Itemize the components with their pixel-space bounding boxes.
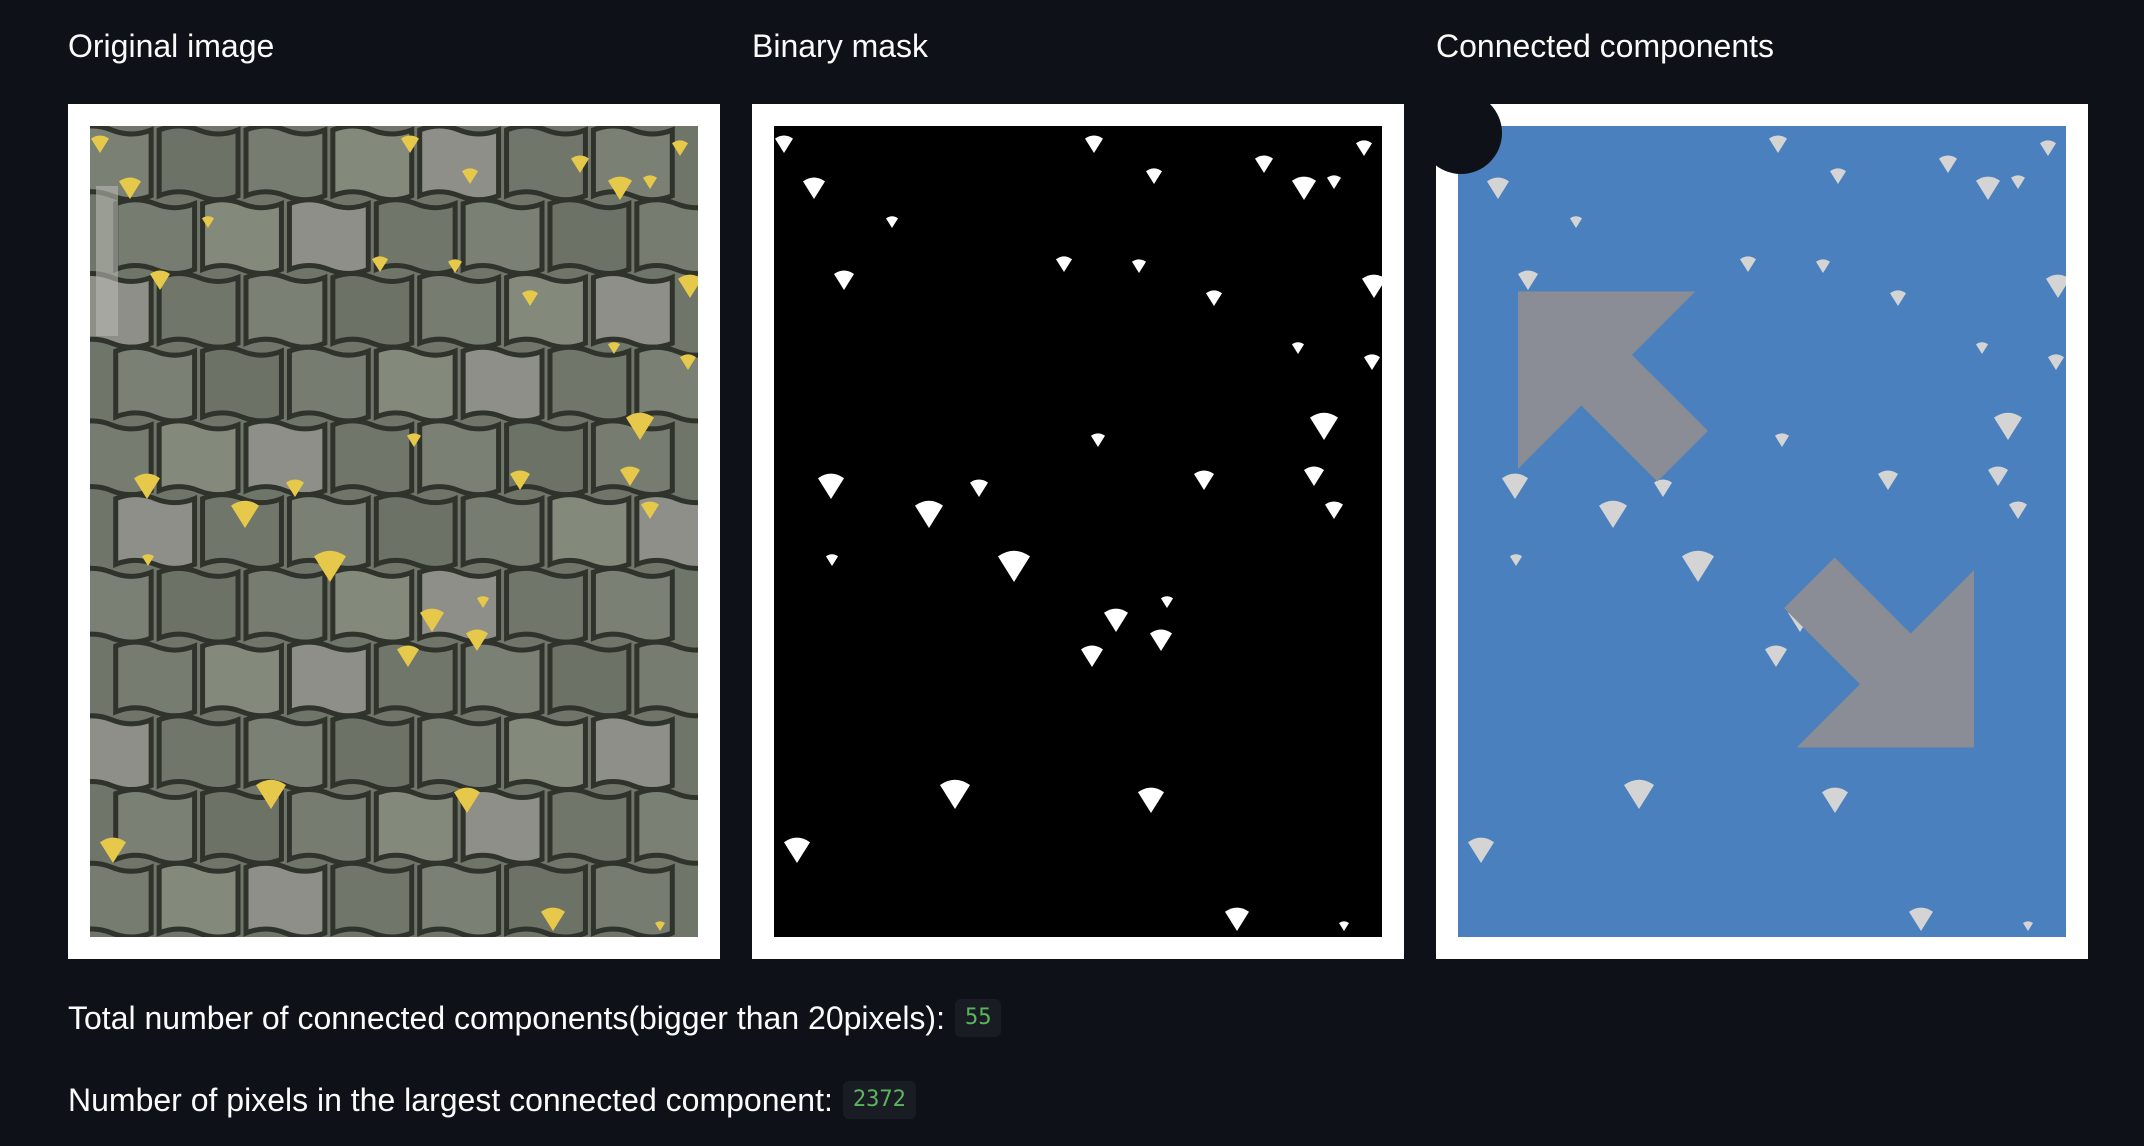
fullscreen-button[interactable] <box>1420 92 1974 748</box>
binary-mask-title: Binary mask <box>752 28 929 64</box>
connected-components-title: Connected components <box>1436 28 1774 64</box>
largest-component-stat: Number of pixels in the largest connecte… <box>68 1080 916 1120</box>
original-image-frame <box>68 104 720 959</box>
original-image <box>90 126 698 937</box>
largest-component-label: Number of pixels in the largest connecte… <box>68 1082 833 1118</box>
binary-mask-frame <box>752 104 1404 959</box>
total-components-label: Total number of connected components(big… <box>68 1000 945 1036</box>
largest-component-value: 2372 <box>842 1081 916 1119</box>
fullscreen-expand-icon <box>1518 291 1974 748</box>
binary-mask-image <box>774 126 1382 937</box>
total-components-value: 55 <box>954 999 1002 1037</box>
original-image-title: Original image <box>68 28 275 64</box>
total-components-stat: Total number of connected components(big… <box>68 998 1002 1038</box>
streamlit-app: Original image Binary mask Connected com… <box>0 0 2144 1146</box>
connected-components-frame <box>1420 92 2088 959</box>
